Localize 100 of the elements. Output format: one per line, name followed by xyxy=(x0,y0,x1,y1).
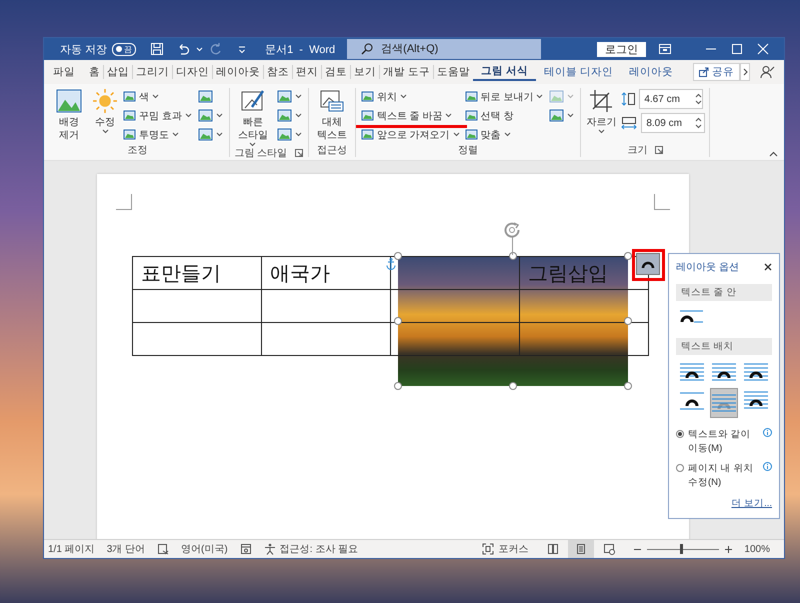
proofing-icon[interactable] xyxy=(157,543,170,555)
ribbon-icon-button[interactable] xyxy=(547,107,576,124)
resize-handle[interactable] xyxy=(624,382,632,390)
ribbon-tab[interactable]: 홈 xyxy=(86,64,103,80)
ribbon-tab[interactable]: 보기 xyxy=(351,64,379,80)
picture-icon xyxy=(276,108,292,123)
resize-handle[interactable] xyxy=(394,317,402,325)
autosave-toggle[interactable]: 끔 xyxy=(112,42,136,56)
macro-icon[interactable] xyxy=(240,543,252,555)
rotate-handle-icon[interactable] xyxy=(503,221,521,239)
close-button[interactable] xyxy=(764,263,772,271)
radio-button[interactable] xyxy=(676,464,684,472)
ribbon-tab[interactable]: 레이아웃 xyxy=(213,64,263,80)
ribbon-button[interactable]: 선택 창 xyxy=(464,107,544,124)
ribbon-tab[interactable]: 그리기 xyxy=(133,64,172,80)
ribbon-button[interactable]: 대체 텍스트 xyxy=(312,88,351,142)
size-field[interactable]: 4.67 cm xyxy=(639,89,704,109)
save-icon[interactable] xyxy=(150,42,164,56)
share-button[interactable]: 공유 xyxy=(693,63,740,81)
ribbon-button[interactable]: 빠른 스타일 xyxy=(234,88,272,147)
ribbon-icon-button[interactable] xyxy=(274,88,304,105)
radio-button[interactable] xyxy=(676,430,684,438)
language-label[interactable]: 영어(미국) xyxy=(181,542,228,556)
ribbon-tab[interactable]: 그림 서식 xyxy=(472,64,536,80)
resize-handle[interactable] xyxy=(509,252,517,260)
resize-handle[interactable] xyxy=(624,252,632,260)
spin-arrows-icon[interactable] xyxy=(695,93,702,105)
page-count[interactable]: 1/1 페이지 xyxy=(48,542,95,556)
dialog-launcher-icon[interactable] xyxy=(655,146,664,154)
photo-placeholder[interactable] xyxy=(398,256,628,386)
resize-handle[interactable] xyxy=(509,382,517,390)
resize-handle[interactable] xyxy=(394,252,402,260)
ribbon-tab[interactable]: 참조 xyxy=(264,64,292,80)
ribbon-tab[interactable]: 파일 xyxy=(50,64,78,80)
dialog-launcher-icon[interactable] xyxy=(295,149,304,157)
caret-icon xyxy=(216,132,223,137)
crop-icon xyxy=(588,88,614,114)
search-icon xyxy=(361,43,374,55)
ribbon-button[interactable]: 맞춤 xyxy=(464,126,544,143)
ribbon-icon-button[interactable] xyxy=(196,107,225,124)
ribbon-button[interactable]: 배경 제거 xyxy=(50,88,88,142)
anchor-icon xyxy=(386,258,396,270)
word-count[interactable]: 3개 단어 xyxy=(106,542,146,556)
redo-icon[interactable] xyxy=(209,42,224,56)
focus-icon xyxy=(482,543,494,555)
ribbon-tab[interactable]: 편지 xyxy=(293,64,321,80)
ribbon-tab[interactable]: 도움말 xyxy=(434,64,473,80)
ribbon-tab[interactable]: 개발 도구 xyxy=(380,64,433,80)
accessibility-icon[interactable] xyxy=(264,543,276,555)
size-field[interactable]: 8.09 cm xyxy=(641,113,706,133)
person-icon[interactable] xyxy=(760,65,776,79)
caret-icon xyxy=(452,132,460,137)
zoom-in-icon[interactable] xyxy=(725,546,732,552)
ribbon-tab[interactable]: 디자인 xyxy=(173,64,212,80)
ribbon-icon-button[interactable] xyxy=(274,107,304,124)
collapse-ribbon-icon[interactable] xyxy=(769,151,778,157)
group-label: 크기 xyxy=(627,144,648,157)
zoom-level[interactable]: 100% xyxy=(744,544,770,554)
ribbon-icon-button[interactable] xyxy=(196,126,225,143)
ribbon-button[interactable]: 수정 xyxy=(91,88,119,134)
ribbon-button[interactable]: 위치 xyxy=(360,88,461,105)
spin-arrows-icon[interactable] xyxy=(695,117,702,129)
resize-handle[interactable] xyxy=(624,317,632,325)
wrap-option-icon xyxy=(679,390,705,410)
close-icon[interactable] xyxy=(756,42,770,56)
maximize-icon[interactable] xyxy=(730,42,744,56)
document-title: 문서1 - Word xyxy=(265,42,336,56)
login-button[interactable]: 로그인 xyxy=(597,42,646,56)
ribbon-button[interactable]: 앞으로 가져오기 xyxy=(360,126,461,143)
slider-thumb[interactable] xyxy=(680,544,684,554)
search-field[interactable]: 검색(Alt+Q) xyxy=(347,39,542,59)
caret-icon xyxy=(504,132,511,137)
ribbon-button[interactable]: 자르기 xyxy=(585,88,618,134)
ribbon-button[interactable]: 텍스트 줄 바꿈 xyxy=(360,107,461,124)
radio-label: 페이지 내 위치 수정(N) xyxy=(688,462,754,490)
ribbon-tab[interactable]: 테이블 디자인 xyxy=(536,64,621,80)
ribbon-tab[interactable]: 레이아웃 xyxy=(620,64,681,80)
ribbon-button[interactable]: 색 xyxy=(122,88,193,105)
view-button[interactable] xyxy=(568,540,594,558)
accessibility-status[interactable]: 접근성: 조사 필요 xyxy=(280,542,358,556)
more-link[interactable]: 더 보기... xyxy=(731,497,772,510)
ribbon-tab[interactable]: 검토 xyxy=(322,64,350,80)
group-label: 정렬 xyxy=(458,144,478,157)
scroll-tabs-button[interactable] xyxy=(740,63,750,81)
ribbon-button[interactable]: 꾸밈 효과 xyxy=(122,107,193,124)
ribbon-button[interactable]: 투명도 xyxy=(122,126,193,143)
picture-icon xyxy=(198,108,213,123)
group-label: 조정 xyxy=(127,144,148,157)
ribbon-button[interactable]: 뒤로 보내기 xyxy=(464,88,544,105)
resize-handle[interactable] xyxy=(394,382,402,390)
caret-icon xyxy=(536,94,544,99)
focus-button[interactable]: 포커스 xyxy=(482,542,528,556)
caret-icon xyxy=(598,129,605,134)
ribbon-icon-button[interactable] xyxy=(274,126,304,143)
ribbon-display-icon[interactable] xyxy=(658,42,672,56)
picture-icon xyxy=(464,109,478,122)
picture-icon xyxy=(549,89,564,104)
picture-icon xyxy=(276,127,292,142)
layout-options-button[interactable] xyxy=(636,253,660,275)
ribbon-tab[interactable]: 삽입 xyxy=(104,64,132,80)
